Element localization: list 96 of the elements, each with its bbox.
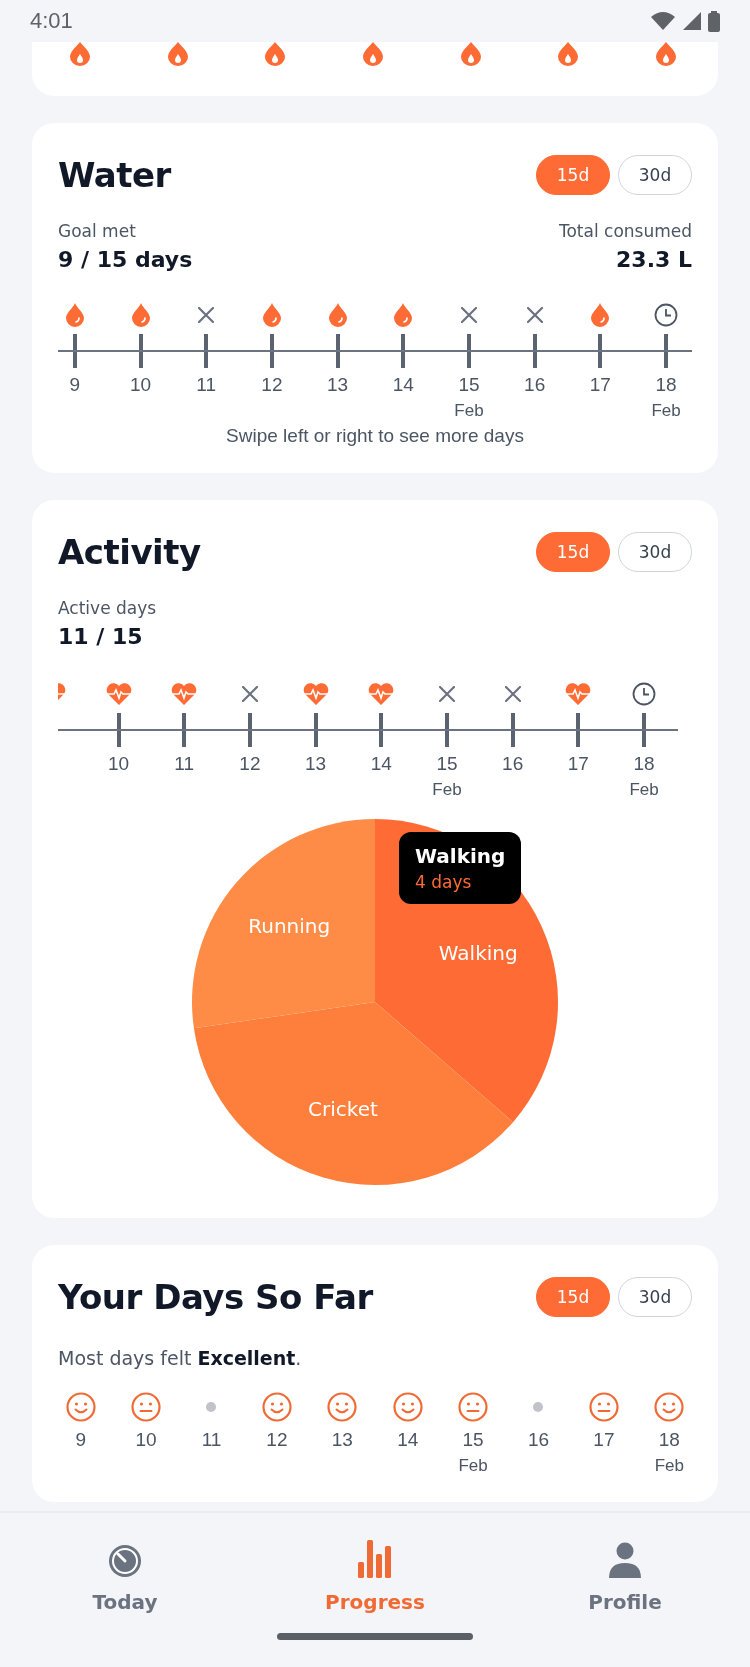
slice-label: Running <box>248 914 331 939</box>
range-tab[interactable]: 30d <box>618 1277 692 1317</box>
water-drop-icon <box>131 303 150 327</box>
day-label: 12 <box>239 753 261 775</box>
water-drop-icon <box>328 303 347 327</box>
mood-summary: Most days felt Excellent. <box>58 1347 303 1369</box>
day-label: 9 <box>69 374 81 396</box>
empty-dot-icon <box>206 1402 217 1412</box>
month-label: Feb <box>629 780 659 800</box>
water-drop-icon <box>394 303 413 327</box>
day-label: 10 <box>129 374 152 396</box>
nav-tab[interactable]: Profile <box>555 1528 695 1618</box>
heartbeat-icon <box>171 683 198 705</box>
day-label: 17 <box>567 753 589 775</box>
neutral-face-icon <box>131 1392 162 1422</box>
clock-icon <box>654 303 679 327</box>
day-label: 18 <box>658 1429 680 1451</box>
smiley-icon <box>65 1392 96 1422</box>
nav-tab[interactable]: Progress <box>305 1528 445 1618</box>
stat-label: Active days <box>58 598 157 618</box>
smiley-icon <box>327 1392 358 1422</box>
stat-value: 11 / 15 <box>58 624 144 649</box>
card-title: Water <box>58 155 171 195</box>
day-label: 11 <box>174 753 195 775</box>
smiley-icon <box>654 1392 685 1422</box>
month-label: Feb <box>432 780 462 800</box>
day-label: 18 <box>655 374 677 396</box>
heartbeat-icon <box>565 683 592 705</box>
smiley-icon <box>392 1392 423 1422</box>
battery-icon <box>708 10 720 32</box>
clock-icon <box>632 682 657 706</box>
status-time: 4:01 <box>30 8 73 34</box>
water-drop-icon <box>591 303 610 327</box>
month-label: Feb <box>454 401 484 421</box>
day-label: 18 <box>633 753 655 775</box>
empty-dot-icon <box>533 1402 544 1412</box>
day-label: 13 <box>305 753 327 775</box>
day-label: 11 <box>196 374 217 396</box>
day-label: 10 <box>107 753 130 775</box>
range-tab[interactable]: 15d <box>536 155 610 195</box>
day-label: 14 <box>397 1429 419 1451</box>
water-drop-icon <box>262 303 281 327</box>
day-label: 12 <box>266 1429 288 1451</box>
day-label: 10 <box>135 1429 157 1451</box>
month-label: Feb <box>654 1456 684 1476</box>
day-label: 17 <box>589 374 611 396</box>
card-title: Your Days So Far <box>58 1277 373 1317</box>
month-label: Feb <box>458 1456 488 1476</box>
stat-value: 23.3 L <box>616 247 692 272</box>
cross-icon <box>526 307 543 323</box>
day-label: 16 <box>524 374 546 396</box>
day-label: 15 <box>458 374 480 396</box>
day-label: 15 <box>462 1429 484 1451</box>
stopwatch-icon <box>108 1544 142 1578</box>
day-label: 17 <box>593 1429 615 1451</box>
month-label: Feb <box>651 401 681 421</box>
day-label: 14 <box>392 374 414 396</box>
stat-value: 9 / 15 days <box>58 247 193 272</box>
cross-icon <box>198 307 215 323</box>
tooltip-value: 4 days <box>415 872 473 892</box>
neutral-face-icon <box>458 1392 489 1422</box>
heartbeat-icon <box>302 683 329 705</box>
cross-icon <box>438 686 455 702</box>
wifi-icon <box>650 11 676 31</box>
swipe-hint: Swipe left or right to see more days <box>225 425 525 447</box>
day-label: 12 <box>261 374 283 396</box>
card-title: Activity <box>58 532 201 572</box>
heartbeat-icon <box>368 683 395 705</box>
day-label: 13 <box>327 374 349 396</box>
signal-icon <box>682 11 702 31</box>
water-drop-icon <box>65 303 84 327</box>
cross-icon <box>504 686 521 702</box>
bar-chart-icon <box>358 1540 392 1578</box>
stat-label: Total consumed <box>558 221 692 241</box>
nav-tab[interactable]: Today <box>55 1528 195 1618</box>
day-label: 15 <box>436 753 458 775</box>
smiley-icon <box>261 1392 292 1422</box>
stat-label: Goal met <box>58 221 137 241</box>
range-tab[interactable]: 15d <box>536 532 610 572</box>
cross-icon <box>241 686 258 702</box>
slice-label: Cricket <box>308 1097 378 1122</box>
person-icon <box>608 1542 642 1578</box>
range-tab[interactable]: 30d <box>618 532 692 572</box>
day-label: 11 <box>201 1429 222 1451</box>
day-label: 9 <box>75 1429 86 1451</box>
cross-icon <box>460 307 477 323</box>
slice-label: Walking <box>438 941 518 966</box>
day-label: 16 <box>502 753 524 775</box>
neutral-face-icon <box>588 1392 619 1422</box>
day-label: 16 <box>527 1429 550 1451</box>
day-label: 13 <box>331 1429 353 1451</box>
day-label: 14 <box>370 753 392 775</box>
tooltip-title: Walking <box>415 844 506 868</box>
range-tab[interactable]: 30d <box>618 155 692 195</box>
range-tab[interactable]: 15d <box>536 1277 610 1317</box>
heartbeat-icon <box>105 683 132 705</box>
